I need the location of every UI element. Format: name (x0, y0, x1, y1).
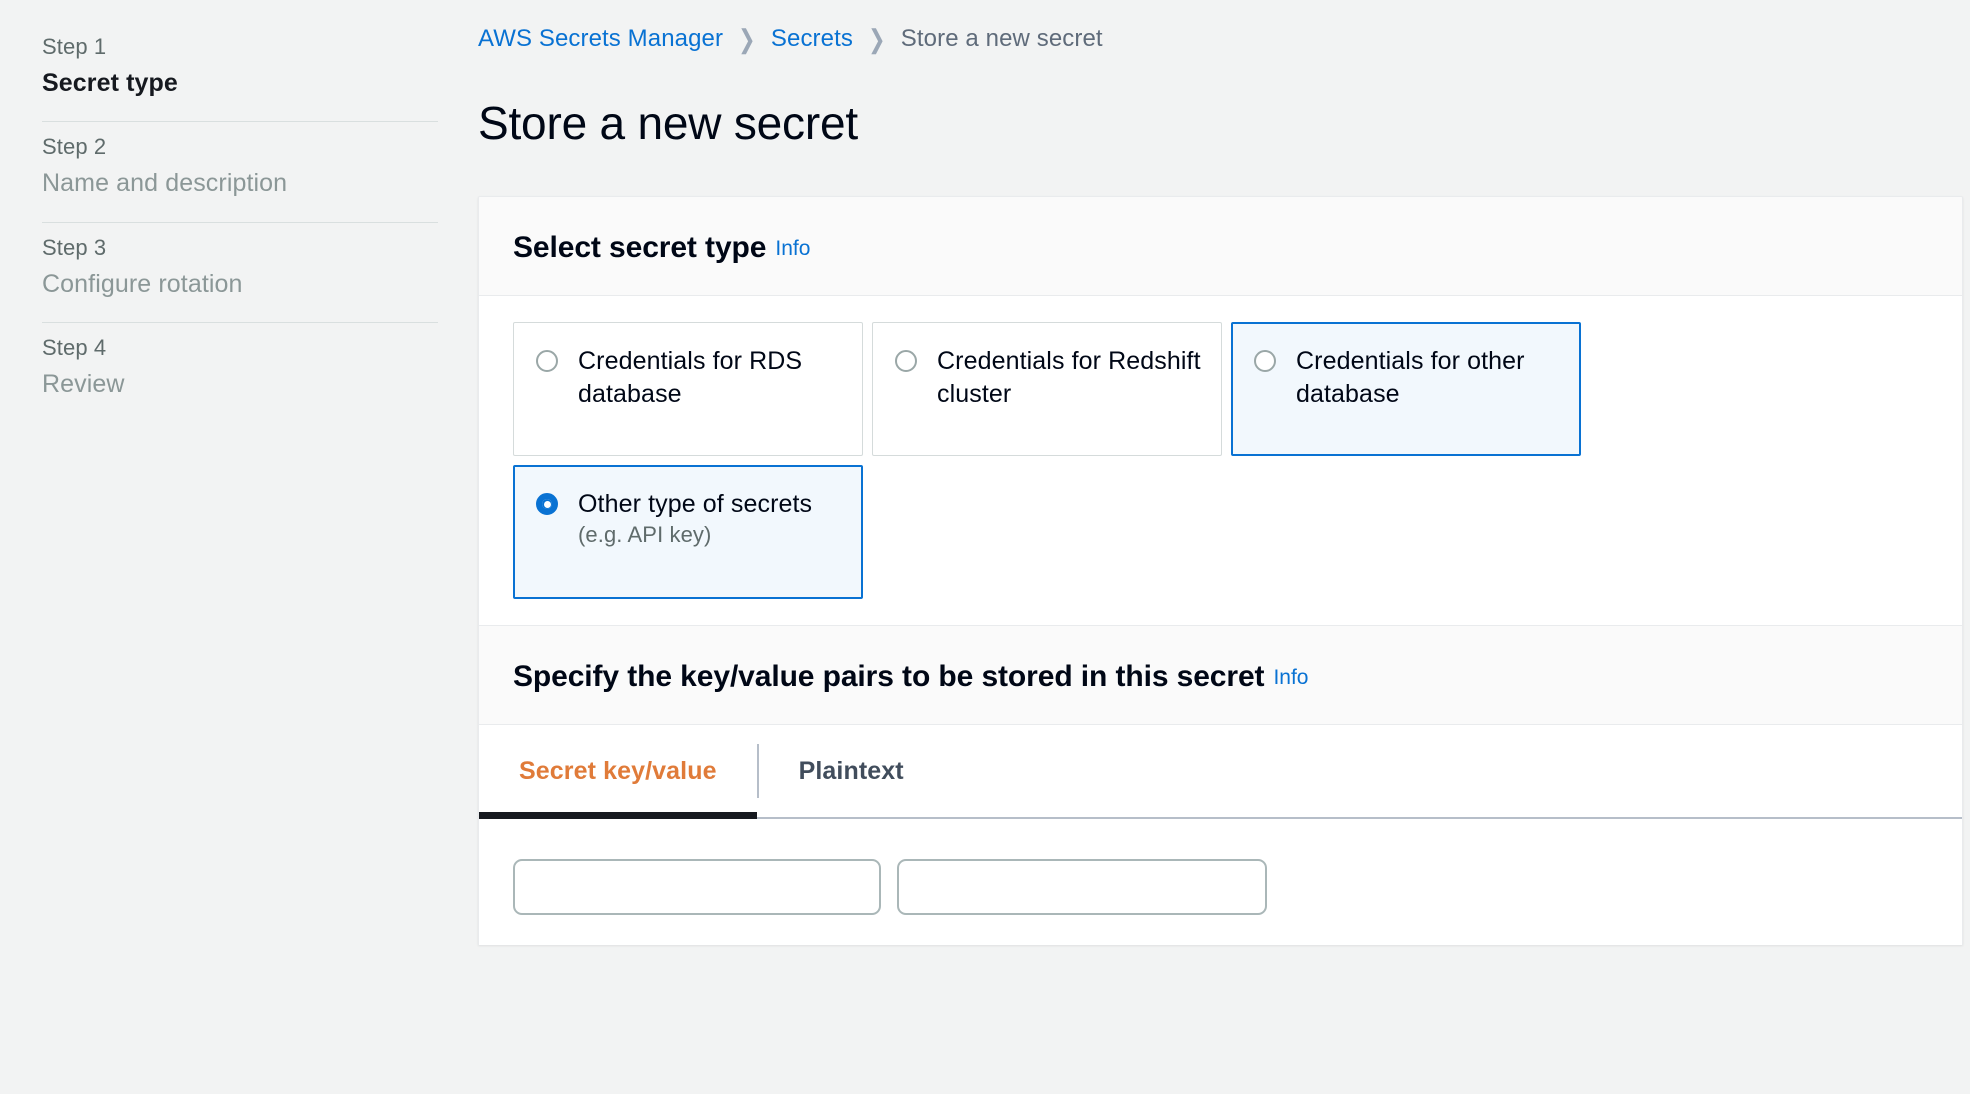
secret-type-tile-redshift[interactable]: Credentials for Redshift cluster (872, 322, 1222, 457)
secret-type-radio-group: Credentials for RDS database Credentials… (513, 322, 1928, 625)
breadcrumb: AWS Secrets Manager ❯ Secrets ❯ Store a … (478, 22, 1970, 56)
sidebar-step-2-number: Step 2 (42, 134, 107, 160)
store-secret-page: Step 1 Secret type Step 2 Name and descr… (0, 0, 1970, 1094)
secret-type-tile-other-database-label: Credentials for other database (1296, 347, 1525, 408)
sidebar-step-4-number: Step 4 (42, 334, 107, 360)
page-title: Store a new secret (478, 97, 858, 149)
store-secret-form-panel: Select secret type Info Credentials for R… (478, 196, 1963, 946)
tab-secret-key-value[interactable]: Secret key/value (479, 725, 757, 820)
sidebar-step-1[interactable]: Step 1 Secret type (42, 22, 438, 123)
secret-type-tile-other-database[interactable]: Credentials for other database (1231, 322, 1581, 457)
sidebar-step-4[interactable]: Step 4 Review (42, 323, 438, 422)
keyvalue-section-info-link[interactable]: Info (1273, 666, 1308, 689)
tab-plaintext-label: Plaintext (798, 756, 904, 785)
sidebar-step-1-label: Secret type (42, 69, 178, 97)
select-secret-type-body: Credentials for RDS database Credentials… (479, 296, 1962, 626)
sidebar-step-2-label: Name and description (42, 169, 288, 198)
secret-type-tile-rds[interactable]: Credentials for RDS database (513, 322, 863, 457)
secret-type-tile-other-secrets-sublabel: (e.g. API key) (578, 521, 712, 547)
secret-type-tile-redshift-label: Credentials for Redshift cluster (937, 347, 1201, 408)
select-secret-type-heading: Select secret type (513, 231, 767, 265)
chevron-right-icon: ❯ (868, 24, 886, 54)
secret-value-input[interactable] (897, 859, 1267, 916)
secret-type-tile-redshift-text: Credentials for Redshift cluster (937, 345, 1201, 410)
keyvalue-tabs: Secret key/value Plaintext (479, 725, 1962, 820)
tab-plaintext[interactable]: Plaintext (759, 725, 944, 817)
tab-secret-key-value-label: Secret key/value (519, 756, 717, 785)
secret-type-tile-other-secrets-label: Other type of secrets (578, 490, 813, 519)
secret-type-tile-other-secrets[interactable]: Other type of secrets (e.g. API key) (513, 465, 863, 600)
sidebar-step-1-number: Step 1 (42, 34, 107, 59)
radio-checked-icon[interactable] (536, 493, 558, 516)
secret-type-tile-other-secrets-text: Other type of secrets (e.g. API key) (578, 488, 842, 549)
radio-unchecked-icon[interactable] (1254, 350, 1276, 373)
sidebar-step-2[interactable]: Step 2 Name and description (42, 122, 438, 223)
sidebar-step-3[interactable]: Step 3 Configure rotation (42, 223, 438, 323)
secret-type-tile-other-database-text: Credentials for other database (1296, 345, 1560, 410)
main-content: AWS Secrets Manager ❯ Secrets ❯ Store a … (478, 0, 1970, 1094)
radio-unchecked-icon[interactable] (536, 350, 558, 373)
sidebar-step-4-label: Review (42, 369, 125, 398)
keyvalue-input-row (479, 819, 1962, 916)
keyvalue-section-header: Specify the key/value pairs to be stored… (479, 625, 1962, 726)
chevron-right-icon: ❯ (738, 24, 756, 54)
secret-type-tile-rds-text: Credentials for RDS database (578, 345, 842, 410)
select-secret-type-header: Select secret type Info (479, 197, 1962, 297)
wizard-steps-sidebar: Step 1 Secret type Step 2 Name and descr… (0, 0, 478, 1094)
secret-type-tile-rds-label: Credentials for RDS database (578, 347, 803, 408)
keyvalue-section-heading: Specify the key/value pairs to be stored… (513, 660, 1265, 694)
breadcrumb-item-current: Store a new secret (900, 25, 1103, 52)
secret-key-input[interactable] (513, 859, 881, 916)
select-secret-type-info-link[interactable]: Info (775, 237, 810, 260)
keyvalue-tabs-container: Secret key/value Plaintext (479, 725, 1962, 820)
radio-unchecked-icon[interactable] (895, 350, 917, 373)
breadcrumb-item-aws-secrets-manager[interactable]: AWS Secrets Manager (478, 25, 723, 53)
breadcrumb-item-secrets[interactable]: Secrets (771, 25, 853, 53)
keyvalue-bottom-spacer (479, 915, 1962, 946)
sidebar-step-3-label: Configure rotation (42, 269, 243, 298)
sidebar-step-3-number: Step 3 (42, 234, 107, 260)
